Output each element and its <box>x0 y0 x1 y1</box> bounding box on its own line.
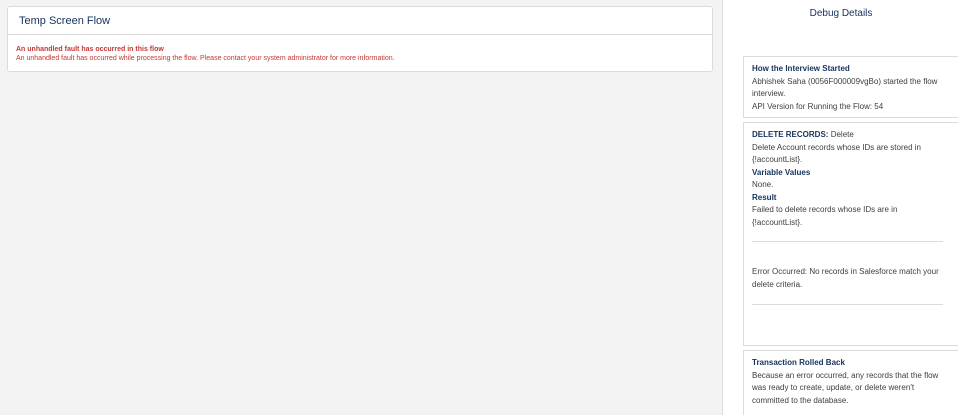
rollback-line2: was ready to create, update, or delete w… <box>752 383 915 392</box>
variable-values-heading: Variable Values <box>752 167 811 177</box>
error-message: An unhandled fault has occurred while pr… <box>16 55 395 62</box>
interview-started-line2: interview. <box>752 89 786 98</box>
delete-records-value: Delete <box>830 130 854 139</box>
delete-desc2: {!accountList}. <box>752 155 803 164</box>
transaction-rolled-back-section: Transaction Rolled Back Because an error… <box>743 350 958 415</box>
debug-title: Debug Details <box>809 8 873 19</box>
flow-error: An unhandled fault has occurred in this … <box>8 35 712 64</box>
error-title: An unhandled fault has occurred in this … <box>16 46 164 53</box>
rollback-line1: Because an error occurred, any records t… <box>752 370 939 380</box>
error-line1: Error Occurred: No records in Salesforce… <box>752 267 939 276</box>
flow-title: Temp Screen Flow <box>8 7 712 35</box>
error-line2: delete criteria. <box>752 279 803 289</box>
rollback-line3: committed to the database. <box>752 395 849 405</box>
variable-values: None. <box>752 180 774 189</box>
api-version: API Version for Running the Flow: 54 <box>752 101 884 111</box>
flow-card: Temp Screen Flow An unhandled fault has … <box>7 6 713 72</box>
result-line1: Failed to delete records whose IDs are i… <box>752 205 898 214</box>
delete-records-label: DELETE RECORDS: <box>752 130 829 139</box>
result-line2: {!accountList}. <box>752 217 803 227</box>
interview-started-line1: Abhishek Saha (0056F000009vgBo) started … <box>752 76 938 86</box>
interview-started-section: How the Interview Started Abhishek Saha … <box>743 56 958 118</box>
divider <box>752 241 943 242</box>
divider <box>752 304 943 305</box>
debug-panel: Debug Details How the Interview Started … <box>722 0 958 415</box>
rollback-heading: Transaction Rolled Back <box>752 358 845 367</box>
delete-records-section: DELETE RECORDS: Delete Delete Account re… <box>743 122 958 346</box>
interview-started-heading: How the Interview Started <box>752 64 850 73</box>
delete-records-title: DELETE RECORDS: Delete <box>752 129 951 142</box>
delete-desc1: Delete Account records whose IDs are sto… <box>752 142 921 152</box>
result-heading: Result <box>752 192 777 202</box>
